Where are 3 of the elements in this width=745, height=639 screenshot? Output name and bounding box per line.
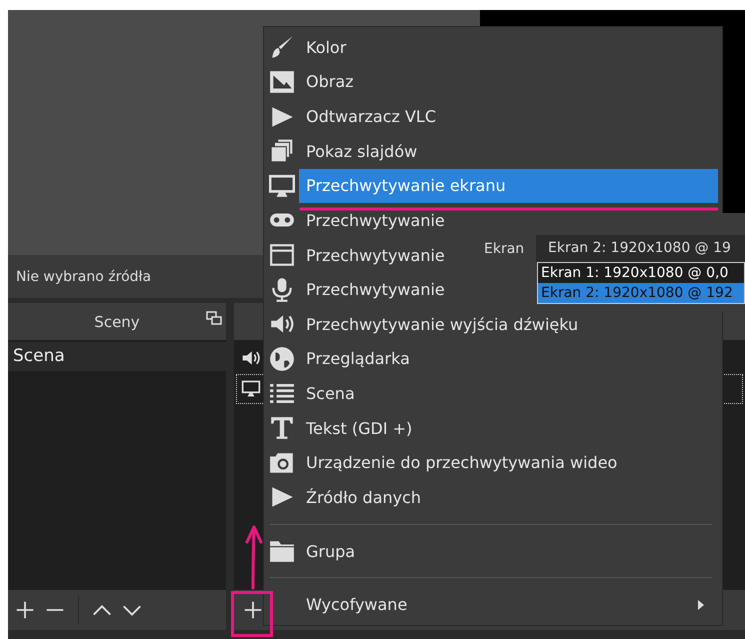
panel-title: Sceny (94, 312, 140, 330)
field-label: Ekran (484, 240, 526, 256)
status-text: Nie wybrano źródła (16, 268, 152, 284)
